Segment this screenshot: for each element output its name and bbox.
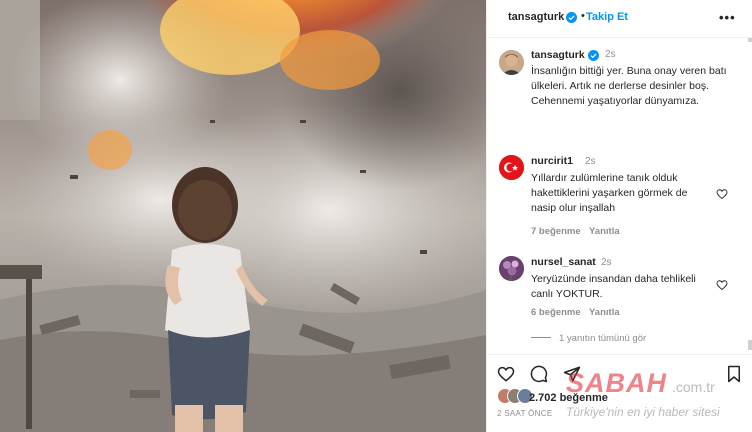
verified-badge-icon xyxy=(588,50,599,61)
watermark-domain: .com.tr xyxy=(672,379,715,395)
author-avatar-image xyxy=(499,50,524,75)
caption-text: İnsanlığın bittiği yer. Buna onay veren … xyxy=(531,65,727,107)
reply-button[interactable]: Yanıtla xyxy=(589,307,620,318)
verified-badge-icon xyxy=(566,12,577,23)
comment-avatar[interactable] xyxy=(499,256,524,281)
comment-time: 2s xyxy=(585,156,596,167)
comment-text: Yeryüzünde insandan daha tehlikeli canlı… xyxy=(531,273,696,300)
post-image-artwork xyxy=(0,0,486,432)
caption-time: 2s xyxy=(605,49,616,60)
watermark-brand: SABAH xyxy=(566,368,668,398)
comment-avatar-image xyxy=(499,155,524,180)
more-options-icon[interactable]: ••• xyxy=(719,10,736,25)
comments-list: tansagturk 2s İnsanlığın bittiği yer. Bu… xyxy=(487,38,752,354)
view-replies-button[interactable]: 1 yanıtın tümünü gör xyxy=(531,333,646,344)
post-image[interactable] xyxy=(0,0,486,432)
author-avatar[interactable] xyxy=(499,50,524,75)
bookmark-icon[interactable] xyxy=(725,365,743,383)
comment-avatar[interactable] xyxy=(499,155,524,180)
separator-dot: • xyxy=(581,10,585,22)
comment-likes[interactable]: 6 beğenme xyxy=(531,307,581,318)
comment-icon[interactable] xyxy=(530,365,548,383)
replies-divider-line xyxy=(531,337,551,338)
comment-time: 2s xyxy=(601,257,612,268)
comment-likes[interactable]: 7 beğenme xyxy=(531,226,581,237)
post-timestamp[interactable]: 2 SAAT ÖNCE xyxy=(497,409,552,418)
caption-username[interactable]: tansagturk xyxy=(531,49,585,61)
follow-button[interactable]: Takip Et xyxy=(586,11,628,23)
comment-username[interactable]: nursel_sanat xyxy=(531,256,596,268)
heart-icon[interactable] xyxy=(716,188,728,200)
scrollbar-top[interactable] xyxy=(748,38,752,42)
view-replies-label: 1 yanıtın tümünü gör xyxy=(559,333,647,344)
comment-username[interactable]: nurcirit1 xyxy=(531,155,573,167)
author-username[interactable]: tansagturk xyxy=(508,11,564,23)
comment-text: Yıllardır zulümlerine tanık olduk hakett… xyxy=(531,172,688,214)
watermark-tagline: Türkiye'nin en iyi haber sitesi xyxy=(566,405,720,419)
scrollbar-bottom[interactable] xyxy=(748,340,752,350)
heart-icon[interactable] xyxy=(497,365,515,383)
heart-icon[interactable] xyxy=(716,279,728,291)
comment-avatar-image xyxy=(499,256,524,281)
reply-button[interactable]: Yanıtla xyxy=(589,226,620,237)
post-header: tansagturk • Takip Et ••• xyxy=(487,0,752,38)
